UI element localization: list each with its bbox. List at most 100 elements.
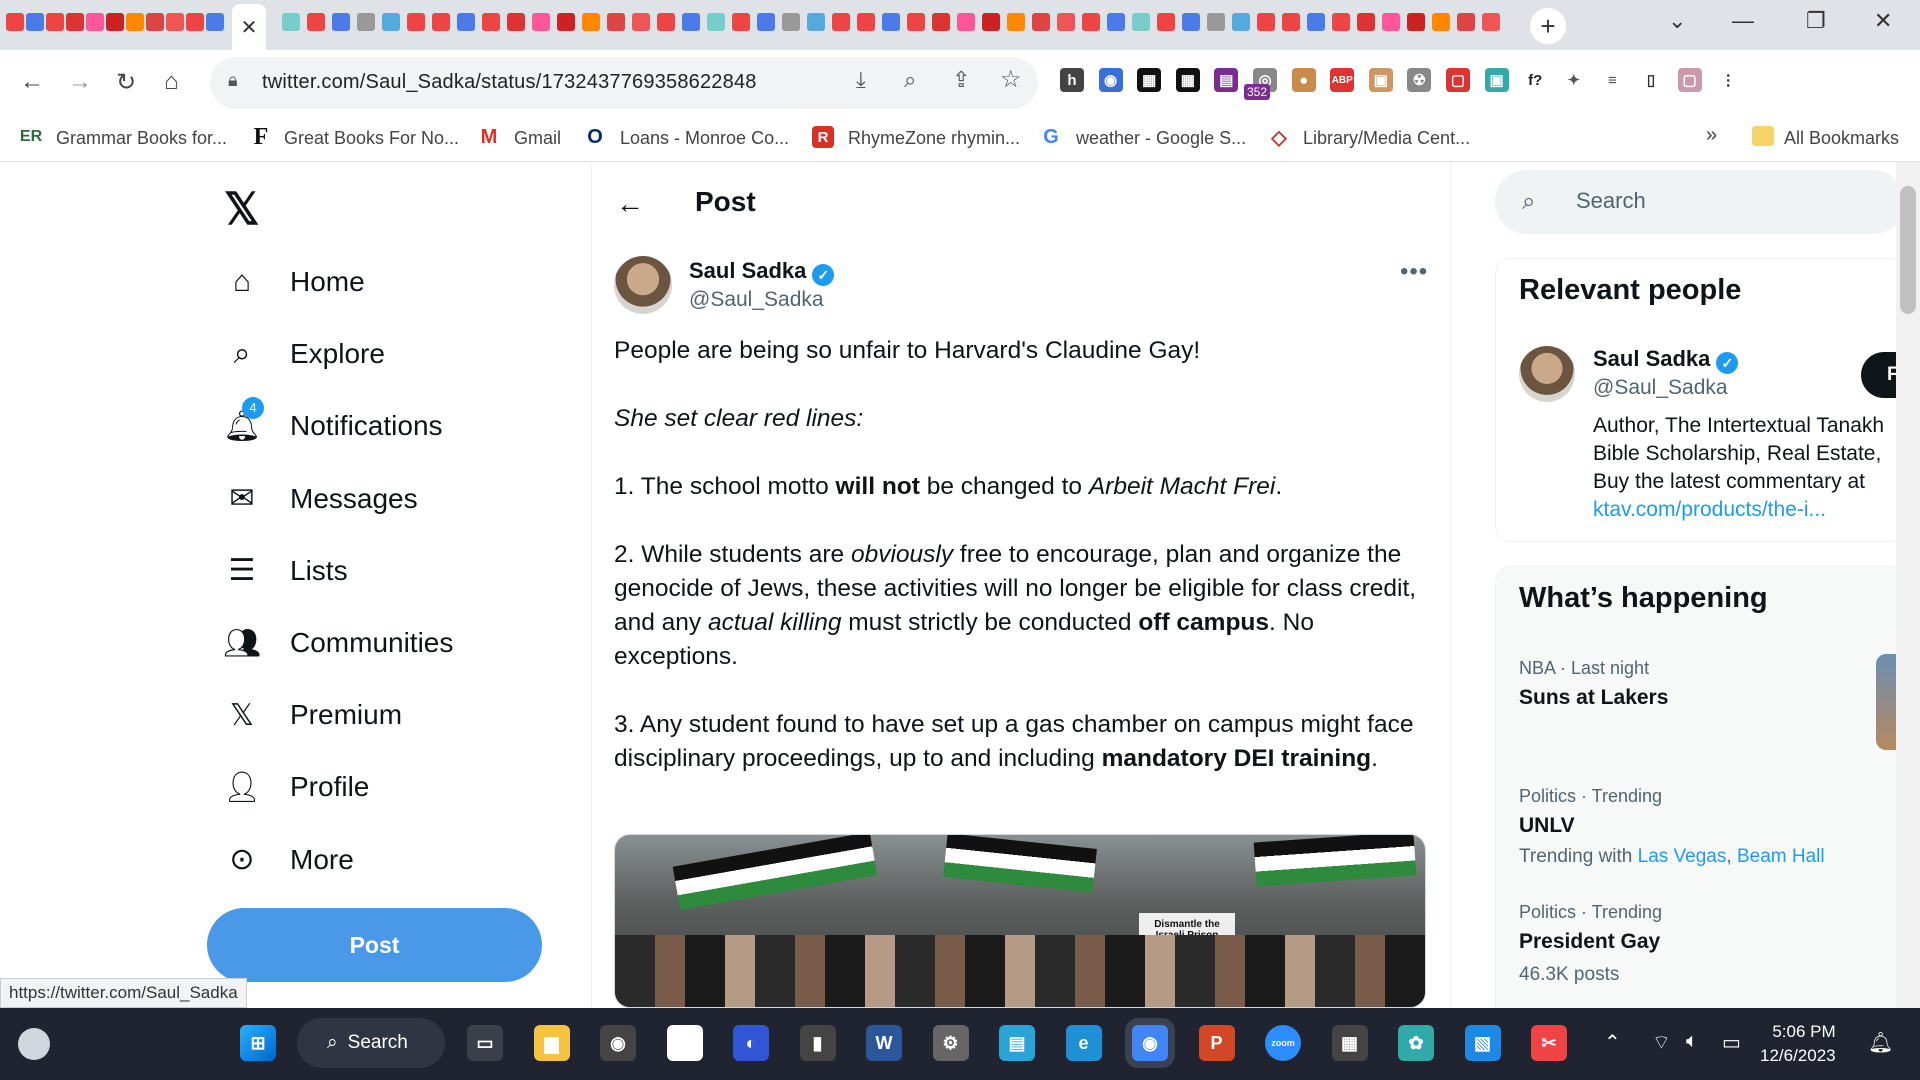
taskbar-app-icon[interactable]: ◉ [600, 1025, 636, 1061]
extension-icon[interactable]: f? [1523, 68, 1547, 92]
windows-start-icon[interactable]: ⊞ [240, 1025, 276, 1061]
trend-name[interactable]: President Gay [1519, 930, 1660, 954]
tab-favicon[interactable] [1307, 13, 1325, 31]
tab-favicon[interactable] [882, 13, 900, 31]
tab-favicon[interactable] [186, 13, 204, 31]
taskbar-app-icon[interactable]: ◉ [1132, 1025, 1168, 1061]
tab-favicon[interactable] [1432, 13, 1450, 31]
taskbar-app-icon[interactable]: ⚙ [932, 1025, 969, 1061]
taskbar-app-icon[interactable]: ▤ [999, 1025, 1035, 1061]
taskbar-app-icon[interactable]: e [1065, 1025, 1102, 1061]
relevant-avatar[interactable] [1519, 346, 1575, 402]
extension-icon[interactable]: h [1060, 68, 1084, 92]
bookmark-loans[interactable]: Loans - Monroe Co... [620, 128, 789, 149]
taskbar-app-icon[interactable]: ▮ [799, 1025, 836, 1061]
tab-favicon[interactable] [757, 13, 775, 31]
tab-favicon[interactable] [146, 13, 164, 31]
tab-favicon[interactable] [46, 13, 64, 31]
taskbar-app-icon[interactable]: ▦ [1331, 1025, 1368, 1061]
tab-favicon[interactable] [607, 13, 625, 31]
nav-item-profile[interactable]: 👤︎ Profile [222, 762, 369, 812]
more-options-icon[interactable]: ••• [1400, 258, 1428, 286]
tab-favicon[interactable] [1332, 13, 1350, 31]
bookmark-star-icon[interactable]: ☆ [1000, 65, 1022, 94]
tab-favicon[interactable] [707, 13, 725, 31]
tab-favicon[interactable] [1357, 13, 1375, 31]
forward-icon[interactable]: → [68, 68, 92, 96]
tab-favicon[interactable] [26, 13, 44, 31]
system-clock[interactable]: 5:06 PM 12/6/2023 [1760, 1020, 1836, 1068]
nav-item-premium[interactable]: 𝕏 Premium [222, 690, 402, 740]
tab-favicon[interactable] [1257, 13, 1275, 31]
address-bar[interactable]: 🔒︎ twitter.com/Saul_Sadka/status/1732437… [210, 57, 1038, 109]
extension-icon[interactable]: ▦ [1175, 68, 1200, 92]
tab-favicon[interactable] [732, 13, 750, 31]
tab-favicon[interactable] [432, 13, 450, 31]
new-tab-button[interactable]: + [1530, 8, 1566, 44]
tab-favicon[interactable] [582, 13, 600, 31]
nav-item-notifications[interactable]: 🔔︎ Notifications 4 [222, 397, 443, 451]
volume-icon[interactable]: 🔈︎ [1686, 1030, 1698, 1053]
tab-favicon[interactable] [307, 13, 325, 31]
notification-bell-icon[interactable]: 🔔︎ [1868, 1030, 1893, 1055]
trend-name[interactable]: Suns at Lakers [1519, 686, 1668, 710]
taskbar-app-icon[interactable]: zoom [1265, 1025, 1301, 1061]
extension-icon[interactable]: ▣ [1368, 68, 1393, 92]
tab-favicon[interactable] [126, 13, 144, 31]
tab-favicon[interactable] [907, 13, 925, 31]
install-app-icon[interactable]: ⤓ [856, 67, 866, 93]
trend-link[interactable]: Las Vegas [1638, 846, 1727, 867]
taskbar-app-icon[interactable]: ◐ [733, 1025, 769, 1061]
extension-icon[interactable]: ABP [1330, 68, 1355, 92]
weather-widget-icon[interactable] [18, 1028, 50, 1060]
scrollbar-thumb[interactable] [1900, 186, 1916, 314]
taskbar-app-icon[interactable]: ✿ [1398, 1025, 1434, 1061]
taskbar-app-icon[interactable]: ▭ [467, 1025, 503, 1061]
bookmark-library[interactable]: Library/Media Cent... [1303, 128, 1470, 149]
close-tab-icon[interactable]: ✕ [241, 15, 258, 40]
close-window-icon[interactable]: ✕ [1874, 8, 1892, 34]
nav-item-communities[interactable]: 👥︎ Communities [222, 618, 453, 668]
tab-favicon[interactable] [1132, 13, 1150, 31]
bookmark-grammar-books[interactable]: Grammar Books for... [56, 128, 227, 149]
tab-favicon[interactable] [66, 13, 84, 31]
bookmark-great-books[interactable]: Great Books For No... [284, 128, 459, 149]
bio-link[interactable]: ktav.com/products/the-i... [1593, 496, 1893, 524]
tab-favicon[interactable] [457, 13, 475, 31]
tab-favicon[interactable] [206, 13, 224, 31]
tab-favicon[interactable] [1232, 13, 1250, 31]
tab-favicon[interactable] [357, 13, 375, 31]
minimize-icon[interactable]: — [1732, 8, 1754, 34]
bookmark-rhymezone[interactable]: RhymeZone rhymin... [848, 128, 1020, 149]
nav-item-messages[interactable]: ✉ Messages [222, 474, 417, 524]
tab-favicon[interactable] [1482, 13, 1500, 31]
avatar[interactable] [614, 256, 672, 314]
tab-favicon[interactable] [482, 13, 500, 31]
nav-item-lists[interactable]: ☰ Lists [222, 546, 348, 596]
tab-favicon[interactable] [682, 13, 700, 31]
tab-favicon[interactable] [166, 13, 184, 31]
nav-item-more[interactable]: ⊙ More [222, 835, 353, 885]
url-text[interactable]: twitter.com/Saul_Sadka/status/1732437769… [262, 71, 757, 94]
tab-favicon[interactable] [1457, 13, 1475, 31]
author-name-text[interactable]: Saul Sadka [689, 258, 806, 283]
extension-icon[interactable]: ▯ [1639, 68, 1663, 92]
extension-icon[interactable]: ▣ [1484, 68, 1509, 92]
relevant-person-name[interactable]: Saul Sadka ✓ [1593, 346, 1739, 374]
tab-favicon[interactable] [932, 13, 950, 31]
tab-favicon[interactable] [86, 13, 104, 31]
tab-favicon[interactable] [382, 13, 400, 31]
tab-favicon[interactable] [282, 13, 300, 31]
relevant-person-handle[interactable]: @Saul_Sadka [1593, 376, 1728, 400]
tab-favicon[interactable] [407, 13, 425, 31]
tab-favicon[interactable] [957, 13, 975, 31]
extension-icon[interactable]: ▦ [1137, 68, 1162, 92]
extension-icon[interactable]: ≡ [1600, 68, 1624, 92]
tab-favicon[interactable] [332, 13, 350, 31]
tab-favicon[interactable] [1157, 13, 1175, 31]
back-icon[interactable]: ← [20, 68, 44, 96]
extension-icon[interactable]: ● [1291, 68, 1316, 92]
taskbar-search[interactable]: ⌕ Search [297, 1018, 445, 1068]
tab-favicon[interactable] [1282, 13, 1300, 31]
all-bookmarks[interactable]: All Bookmarks [1784, 128, 1899, 149]
